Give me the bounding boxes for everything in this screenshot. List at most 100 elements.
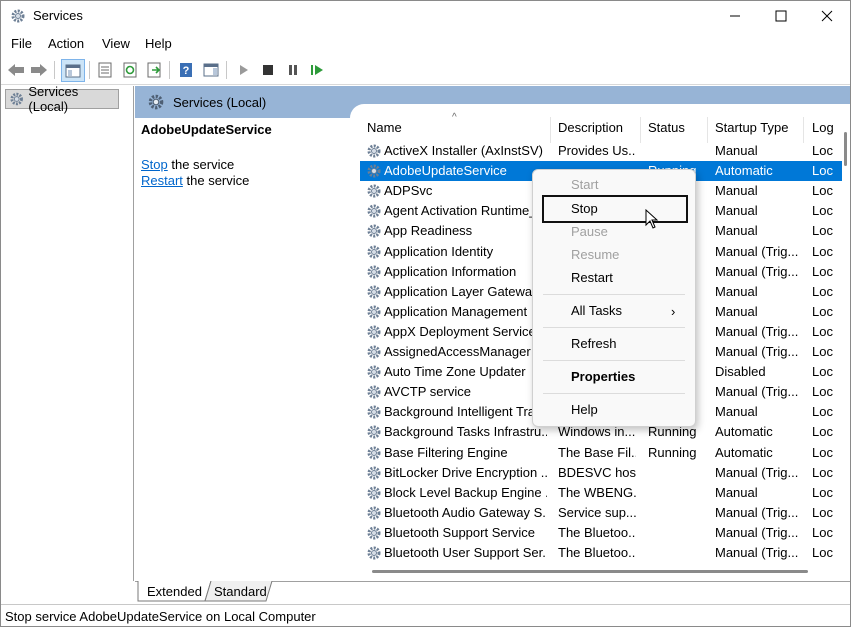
forward-arrow-icon [31,64,47,76]
cell-startup: Manual (Trig... [715,545,799,560]
tree-item-label: Services (Local) [28,84,79,114]
table-row[interactable]: Base Filtering Engine The Base Fil... Runn… [360,443,842,463]
tab-standard[interactable]: Standard [208,582,273,602]
menu-action[interactable]: Action [48,36,84,51]
ctx-all-tasks[interactable]: All Tasks [571,303,622,318]
menu-bar: File Action View Help [1,34,850,54]
action-pane-button[interactable] [201,60,221,80]
toolbar-separator [89,61,90,79]
minimize-button[interactable] [712,1,758,31]
maximize-button[interactable] [758,1,804,31]
service-gear-icon [367,245,381,258]
cell-log: Loc [812,203,833,219]
ctx-restart[interactable]: Restart [571,270,613,285]
cell-name: App Readiness [384,223,473,239]
vertical-scrollbar[interactable] [842,114,850,578]
cell-startup: Manual [715,303,758,319]
cell-log: Loc [812,283,833,299]
cell-startup: Manual [715,404,758,420]
stop-service-button[interactable] [258,60,278,80]
ctx-start: Start [571,177,599,192]
services-gear-icon [11,9,25,23]
ctx-stop[interactable]: Stop [571,201,598,216]
cell-desc: Service sup... [558,504,636,520]
stop-service-suffix: the service [167,157,235,172]
service-gear-icon [367,526,381,540]
restart-service-link[interactable]: Restart [141,173,183,188]
cell-startup: Manual [715,484,758,500]
cell-name: Bluetooth Audio Gateway S... [384,504,547,520]
service-gear-icon [367,184,381,198]
cell-log: Loc [812,484,833,500]
cell-log: Loc [812,364,833,380]
column-header-name[interactable]: Name [367,120,402,135]
cell-desc: The Bluetoo... [558,524,636,540]
scrollbar-thumb[interactable] [844,132,847,166]
column-header-log-on-as[interactable]: Log [812,120,834,135]
cell-startup: Manual [715,223,758,239]
cell-name: Base Filtering Engine [384,444,508,460]
close-icon [821,10,833,22]
cell-name: Block Level Backup Engine ... [384,484,547,500]
export-list-button[interactable] [144,60,164,80]
cell-startup: Manual (Trig... [715,384,799,400]
column-header-description[interactable]: Description [558,120,623,135]
toolbar: ? [1,57,850,85]
table-row[interactable]: ActiveX Installer (AxInstSV) Provides Us.… [360,141,842,161]
ctx-pause: Pause [571,224,608,239]
horizontal-scrollbar-thumb[interactable] [372,570,808,573]
cell-startup: Manual (Trig... [715,323,799,339]
column-header-status[interactable]: Status [648,120,685,135]
ctx-refresh[interactable]: Refresh [571,336,617,351]
cell-startup: Manual (Trig... [715,344,799,359]
back-button[interactable] [6,60,26,80]
cell-log: Loc [812,384,833,400]
ctx-properties[interactable]: Properties [571,369,635,384]
tree-item-services-local[interactable]: Services (Local) [5,84,119,114]
column-header-startup-type[interactable]: Startup Type [715,120,788,135]
restart-icon [311,65,323,75]
cell-log: Loc [812,243,833,259]
refresh-toolbar-button[interactable] [120,60,140,80]
minimize-icon [730,15,740,17]
restart-service-button[interactable] [307,60,327,80]
service-gear-icon [367,265,381,279]
properties-toolbar-button[interactable] [95,60,115,80]
cell-startup: Manual (Trig... [715,504,799,520]
close-button[interactable] [804,1,850,31]
cell-desc: The WBENG... [558,484,636,500]
forward-button[interactable] [29,60,49,80]
cell-startup: Manual [715,183,758,199]
context-menu: Start Stop Pause Resume Restart All Task… [532,169,696,427]
pause-service-button[interactable] [283,60,303,80]
column-separator [707,117,708,143]
cell-startup: Manual [715,283,758,299]
service-gear-icon [367,224,381,238]
start-service-button[interactable] [234,60,254,80]
table-row[interactable]: Bluetooth User Support Ser... The Bluetoo… [360,543,842,563]
help-toolbar-button[interactable]: ? [176,60,196,80]
cell-name: Application Management [384,303,528,319]
cell-startup: Disabled [715,364,766,380]
services-gear-icon [10,92,23,106]
menu-help[interactable]: Help [145,36,172,51]
ctx-help[interactable]: Help [571,402,598,417]
menu-view[interactable]: View [102,36,130,51]
table-row[interactable]: BitLocker Drive Encryption ... BDESVC hos… [360,463,842,483]
table-row[interactable]: Bluetooth Support Service The Bluetoo... M… [360,523,842,543]
restart-service-line: Restart the service [141,173,249,188]
sort-ascending-icon: ^ [452,112,457,123]
stop-service-link[interactable]: Stop [141,157,168,172]
show-hide-console-tree-button[interactable] [61,59,85,82]
cell-name: Bluetooth User Support Ser... [384,545,547,560]
menu-file[interactable]: File [11,36,32,51]
console-tree-icon [65,64,81,77]
ctx-separator [543,327,685,328]
help-book-icon: ? [180,63,192,77]
table-row[interactable]: Block Level Backup Engine ... The WBENG..… [360,483,842,503]
table-row[interactable]: Bluetooth Audio Gateway S... Service sup.… [360,503,842,523]
action-pane-icon [203,63,219,77]
tab-extended[interactable]: Extended [141,582,208,602]
selected-service-name: AdobeUpdateService [141,122,272,137]
cell-log: Loc [812,163,833,179]
